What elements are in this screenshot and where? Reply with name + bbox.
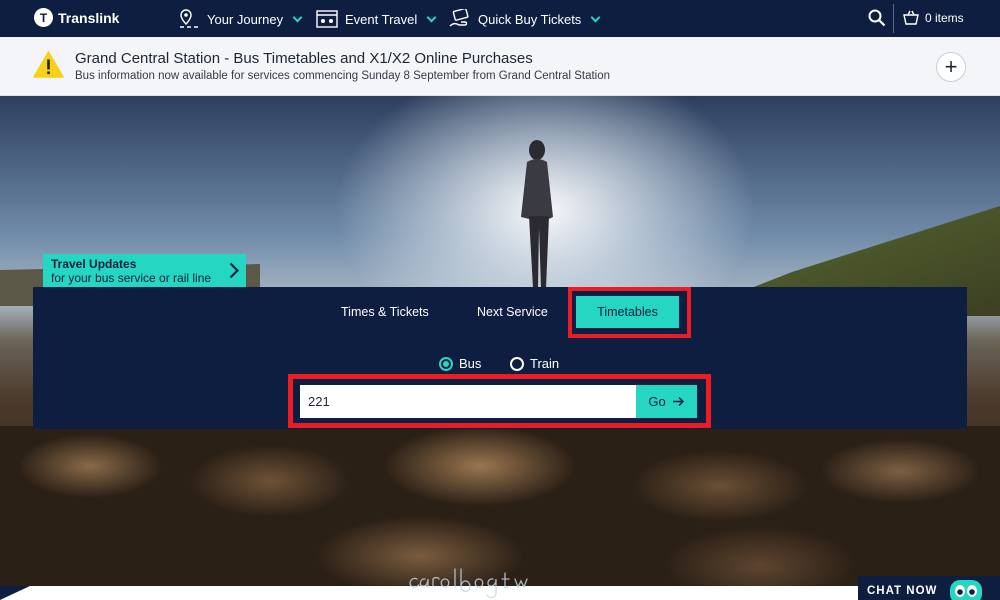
- go-button[interactable]: Go: [636, 385, 697, 418]
- search-button[interactable]: [868, 9, 886, 32]
- nav-quick-buy-tickets[interactable]: Quick Buy Tickets: [449, 9, 601, 29]
- search-icon: [868, 9, 886, 27]
- hero-person-silhouette: [521, 140, 553, 288]
- tab-times-tickets[interactable]: Times & Tickets: [341, 305, 429, 319]
- radio-selected-icon: [439, 356, 453, 371]
- chevron-down-icon: [426, 12, 437, 22]
- go-label: Go: [648, 394, 666, 409]
- travel-updates-link[interactable]: Travel Updates for your bus service or r…: [43, 254, 246, 287]
- journey-planner-panel: Times & Tickets Next Service Timetables …: [33, 287, 967, 429]
- highlight-frame-search: Go: [288, 374, 711, 428]
- chat-label: CHAT NOW: [867, 585, 938, 597]
- nav-label: Quick Buy Tickets: [478, 11, 582, 27]
- nav-label: Event Travel: [345, 11, 418, 27]
- arrow-right-icon: [672, 396, 684, 407]
- plus-icon: +: [944, 54, 958, 79]
- alert-title: Grand Central Station - Bus Timetables a…: [75, 50, 533, 67]
- alert-subtitle: Bus information now available for servic…: [75, 70, 611, 82]
- travel-updates-subtitle: for your bus service or rail line: [51, 271, 212, 285]
- radio-label: Bus: [459, 356, 482, 371]
- radio-unselected-icon: [510, 356, 524, 371]
- nav-your-journey[interactable]: Your Journey: [178, 9, 303, 29]
- expand-alert-button[interactable]: +: [936, 52, 966, 82]
- tab-next-service[interactable]: Next Service: [477, 305, 548, 319]
- warning-icon: [33, 51, 64, 78]
- chatbot-icon: [950, 580, 982, 600]
- basket-button[interactable]: 0 items: [903, 10, 964, 25]
- chevron-down-icon: [292, 12, 303, 22]
- nav-divider: [893, 4, 894, 33]
- service-alert-bar: Grand Central Station - Bus Timetables a…: [0, 37, 1000, 96]
- nav-label: Your Journey: [207, 11, 284, 27]
- watermark: [409, 568, 528, 599]
- route-search-input[interactable]: [300, 385, 636, 418]
- brand-name: Translink: [58, 9, 120, 26]
- ticket-hand-icon: [449, 9, 469, 27]
- hero-basalt-stones: [0, 426, 1000, 586]
- corner-decoration: [0, 586, 30, 600]
- tab-timetables[interactable]: Timetables: [576, 296, 679, 328]
- radio-label: Train: [530, 356, 560, 371]
- chat-now-button[interactable]: CHAT NOW: [858, 576, 1000, 600]
- basket-icon: [903, 10, 919, 25]
- travel-updates-title: Travel Updates: [51, 257, 137, 271]
- route-pin-icon: [180, 9, 198, 28]
- nav-event-travel[interactable]: Event Travel: [316, 9, 437, 29]
- chevron-right-icon: [229, 262, 239, 279]
- radio-train[interactable]: Train: [510, 356, 559, 371]
- translink-logo[interactable]: T Translink: [34, 8, 119, 27]
- chevron-down-icon: [590, 12, 601, 22]
- top-navigation: T Translink Your Journey Event Travel Qu…: [0, 0, 1000, 37]
- basket-count: 0 items: [925, 10, 964, 25]
- stage-icon: [316, 10, 338, 28]
- radio-bus[interactable]: Bus: [439, 356, 481, 371]
- translink-logo-icon: T: [34, 8, 53, 27]
